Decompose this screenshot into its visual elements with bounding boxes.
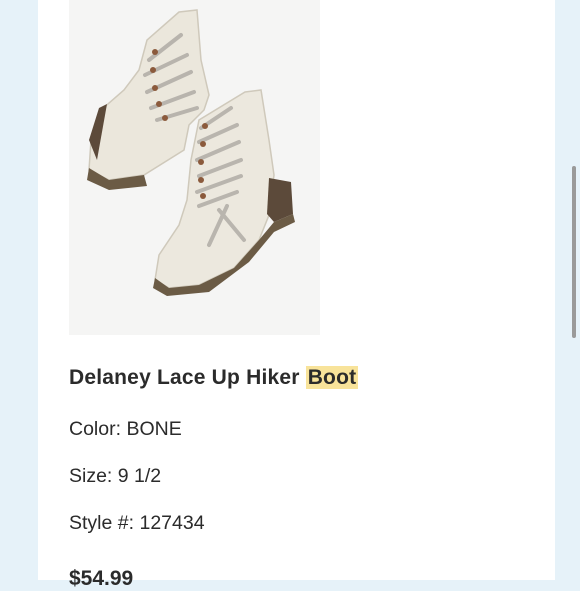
product-image[interactable] [69, 0, 320, 335]
color-value: BONE [126, 418, 182, 440]
product-title[interactable]: Delaney Lace Up Hiker Boot [69, 366, 359, 390]
search-highlight: Boot [305, 366, 359, 389]
size-value: 9 1/2 [117, 465, 162, 487]
color-row: Color: BONE [69, 418, 182, 441]
size-label: Size: [69, 465, 113, 487]
style-label: Style #: [69, 512, 135, 534]
scrollbar[interactable] [572, 166, 576, 338]
style-row: Style #: 127434 [69, 512, 205, 535]
size-row: Size: 9 1/2 [69, 465, 161, 488]
color-label: Color: [69, 418, 122, 440]
product-price: $54.99 [69, 567, 134, 590]
product-title-text: Delaney Lace Up Hiker [69, 366, 300, 389]
boots-photo-icon [69, 0, 320, 335]
style-value: 127434 [139, 512, 205, 534]
